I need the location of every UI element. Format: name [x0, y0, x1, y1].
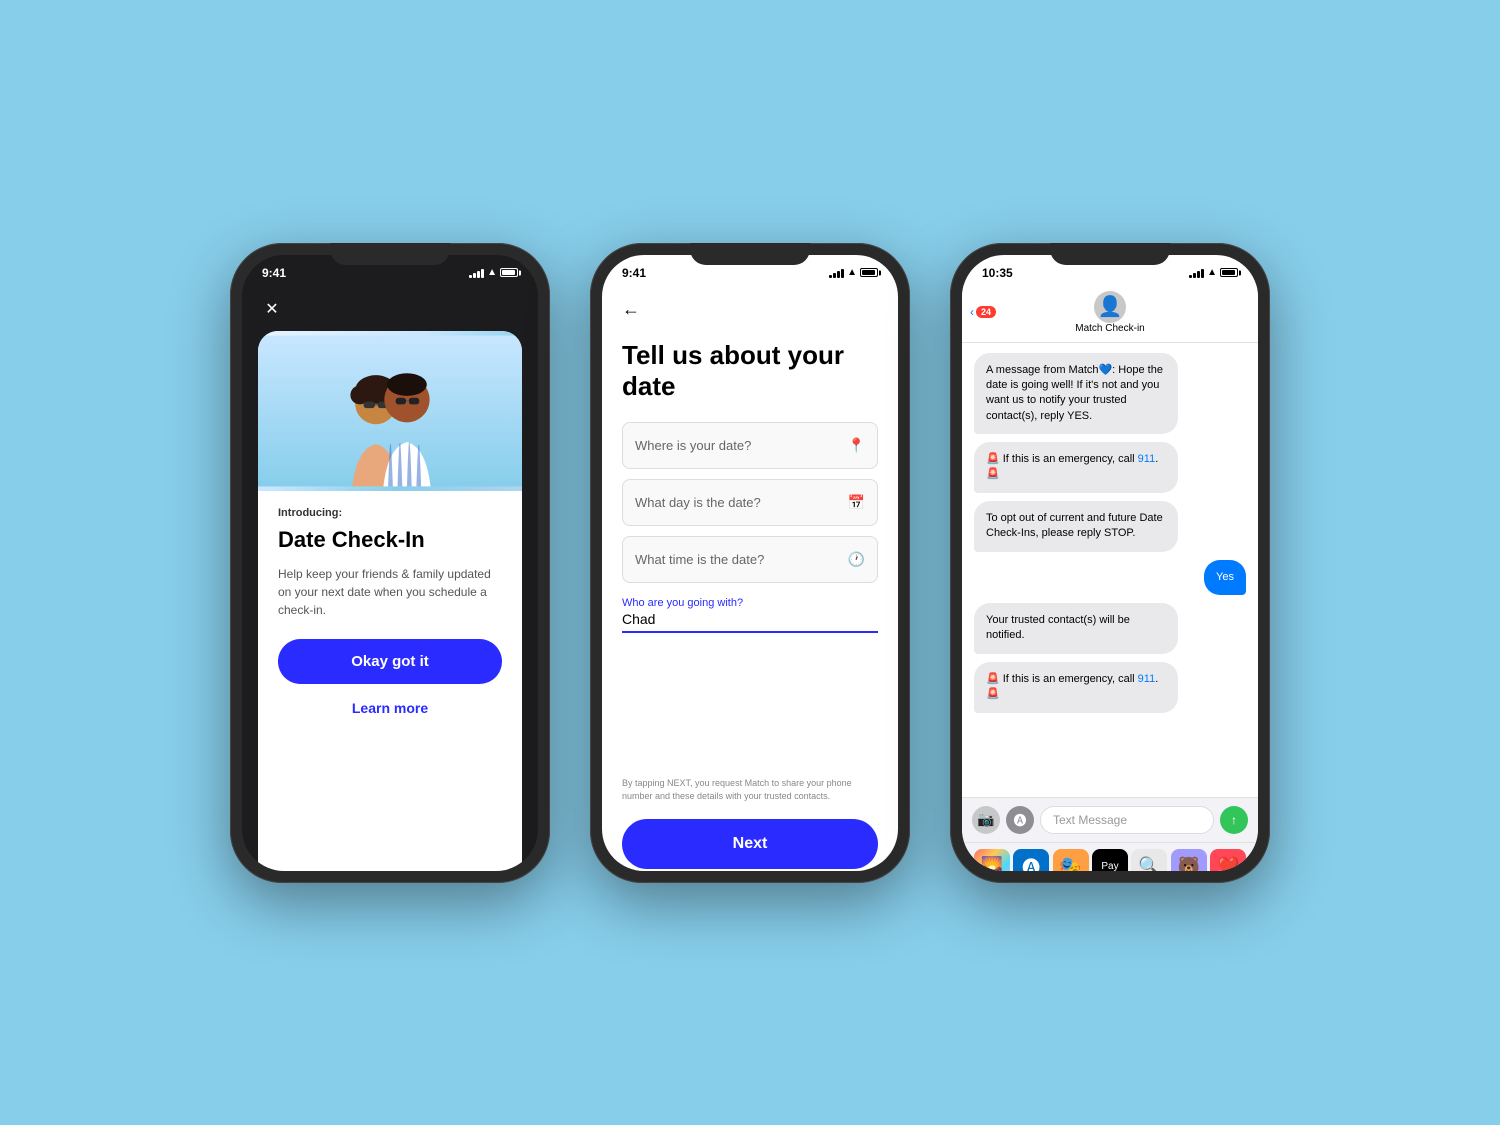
battery-icon-2 [860, 268, 878, 277]
time-field[interactable]: What time is the date? 🕐 [622, 536, 878, 583]
card-image [258, 331, 522, 491]
back-button[interactable]: ← [622, 295, 652, 324]
message-3: To opt out of current and future Date Ch… [974, 501, 1178, 552]
phone2-content: ← Tell us about your date Where is your … [602, 285, 898, 871]
send-button[interactable]: ↑ [1220, 806, 1248, 834]
message-4-text: Yes [1216, 571, 1234, 583]
appstore-drawer-icon[interactable]: 🅐 [1013, 849, 1049, 871]
phone1-content: ✕ [242, 285, 538, 871]
signal-icon-1 [469, 268, 484, 278]
message-6: 🚨 If this is an emergency, call 911. 🚨 [974, 662, 1178, 713]
learn-more-link[interactable]: Learn more [278, 692, 502, 724]
next-button[interactable]: Next [622, 819, 878, 869]
avatar-icon: 👤 [1098, 294, 1123, 319]
signal-icon-3 [1189, 268, 1204, 278]
status-icons-2: ▲ [829, 267, 878, 278]
message-3-text: To opt out of current and future Date Ch… [986, 512, 1163, 539]
location-field[interactable]: Where is your date? 📍 [622, 422, 878, 469]
imessage-header: ‹ 24 👤 Match Check-in [962, 285, 1258, 343]
phone-1: 9:41 ▲ ✕ [230, 243, 550, 883]
time-3: 10:35 [982, 266, 1013, 280]
applepay-drawer-icon[interactable]: Pay [1092, 849, 1128, 871]
phone-2: 9:41 ▲ ← Tell us about your date Whe [590, 243, 910, 883]
text-message-placeholder: Text Message [1053, 813, 1127, 827]
message-5: Your trusted contact(s) will be notified… [974, 603, 1178, 654]
text-message-input[interactable]: Text Message [1040, 806, 1214, 834]
message-1: A message from Match💙: Hope the date is … [974, 353, 1178, 435]
signal-icon-2 [829, 268, 844, 278]
contact-info[interactable]: 👤 Match Check-in [1075, 291, 1144, 334]
heart-drawer-icon[interactable]: ❤️ [1210, 849, 1246, 871]
form-title: Tell us about your date [622, 340, 878, 402]
with-field-label: Who are you going with? [622, 597, 743, 609]
messages-area: A message from Match💙: Hope the date is … [962, 343, 1258, 797]
card-title: Date Check-In [278, 527, 502, 553]
camera-button[interactable]: 📷 [972, 806, 1000, 834]
with-field-value: Chad [622, 611, 655, 627]
photos-drawer-icon[interactable]: 🌄 [974, 849, 1010, 871]
wifi-icon-1: ▲ [487, 267, 497, 278]
notch-2 [690, 243, 810, 265]
unread-badge: 24 [976, 306, 996, 318]
emergency-link-2[interactable]: 911 [1138, 673, 1156, 685]
message-1-text: A message from Match💙: Hope the date is … [986, 364, 1163, 422]
wifi-icon-2: ▲ [847, 267, 857, 278]
close-button[interactable]: ✕ [258, 295, 286, 323]
battery-icon-3 [1220, 268, 1238, 277]
chevron-left-icon: ‹ [970, 305, 974, 319]
phone-3: 10:35 ▲ ‹ 24 [950, 243, 1270, 883]
time-1: 9:41 [262, 266, 286, 280]
battery-icon-1 [500, 268, 518, 277]
app-button[interactable]: 🅐 [1006, 806, 1034, 834]
okay-got-it-button[interactable]: Okay got it [278, 639, 502, 684]
imessage-input-bar: 📷 🅐 Text Message ↑ [962, 797, 1258, 842]
memoji-drawer-icon[interactable]: 🎭 [1053, 849, 1089, 871]
imessage-back-button[interactable]: ‹ 24 [970, 305, 996, 319]
card-description: Help keep your friends & family updated … [278, 565, 502, 619]
location-icon: 📍 [848, 437, 865, 454]
wifi-icon-3: ▲ [1207, 267, 1217, 278]
time-placeholder: What time is the date? [635, 552, 764, 567]
bear-drawer-icon[interactable]: 🐻 [1171, 849, 1207, 871]
day-placeholder: What day is the date? [635, 495, 761, 510]
day-field[interactable]: What day is the date? 📅 [622, 479, 878, 526]
contact-avatar: 👤 [1094, 291, 1126, 323]
calendar-icon: 📅 [848, 494, 865, 511]
card-body: Introducing: Date Check-In Help keep you… [258, 491, 522, 740]
time-2: 9:41 [622, 266, 646, 280]
message-4: Yes [1204, 560, 1246, 595]
message-2: 🚨 If this is an emergency, call 911. 🚨 [974, 442, 1178, 493]
status-icons-1: ▲ [469, 267, 518, 278]
form-disclaimer: By tapping NEXT, you request Match to sh… [622, 777, 878, 810]
search-drawer-icon[interactable]: 🔍 [1131, 849, 1167, 871]
message-5-text: Your trusted contact(s) will be notified… [986, 614, 1130, 641]
intro-label: Introducing: [278, 507, 502, 519]
location-placeholder: Where is your date? [635, 438, 751, 453]
phone3-content: ‹ 24 👤 Match Check-in A message from Mat… [962, 285, 1258, 871]
clock-icon: 🕐 [848, 551, 865, 568]
emergency-link-1[interactable]: 911 [1138, 453, 1156, 465]
intro-card: Introducing: Date Check-In Help keep you… [258, 331, 522, 871]
app-drawer: 🌄 🅐 🎭 Pay 🔍 🐻 ❤️ [962, 842, 1258, 871]
status-icons-3: ▲ [1189, 267, 1238, 278]
contact-name: Match Check-in [1075, 323, 1144, 334]
with-field[interactable]: Who are you going with? Chad [622, 593, 878, 633]
notch-3 [1050, 243, 1170, 265]
notch-1 [330, 243, 450, 265]
